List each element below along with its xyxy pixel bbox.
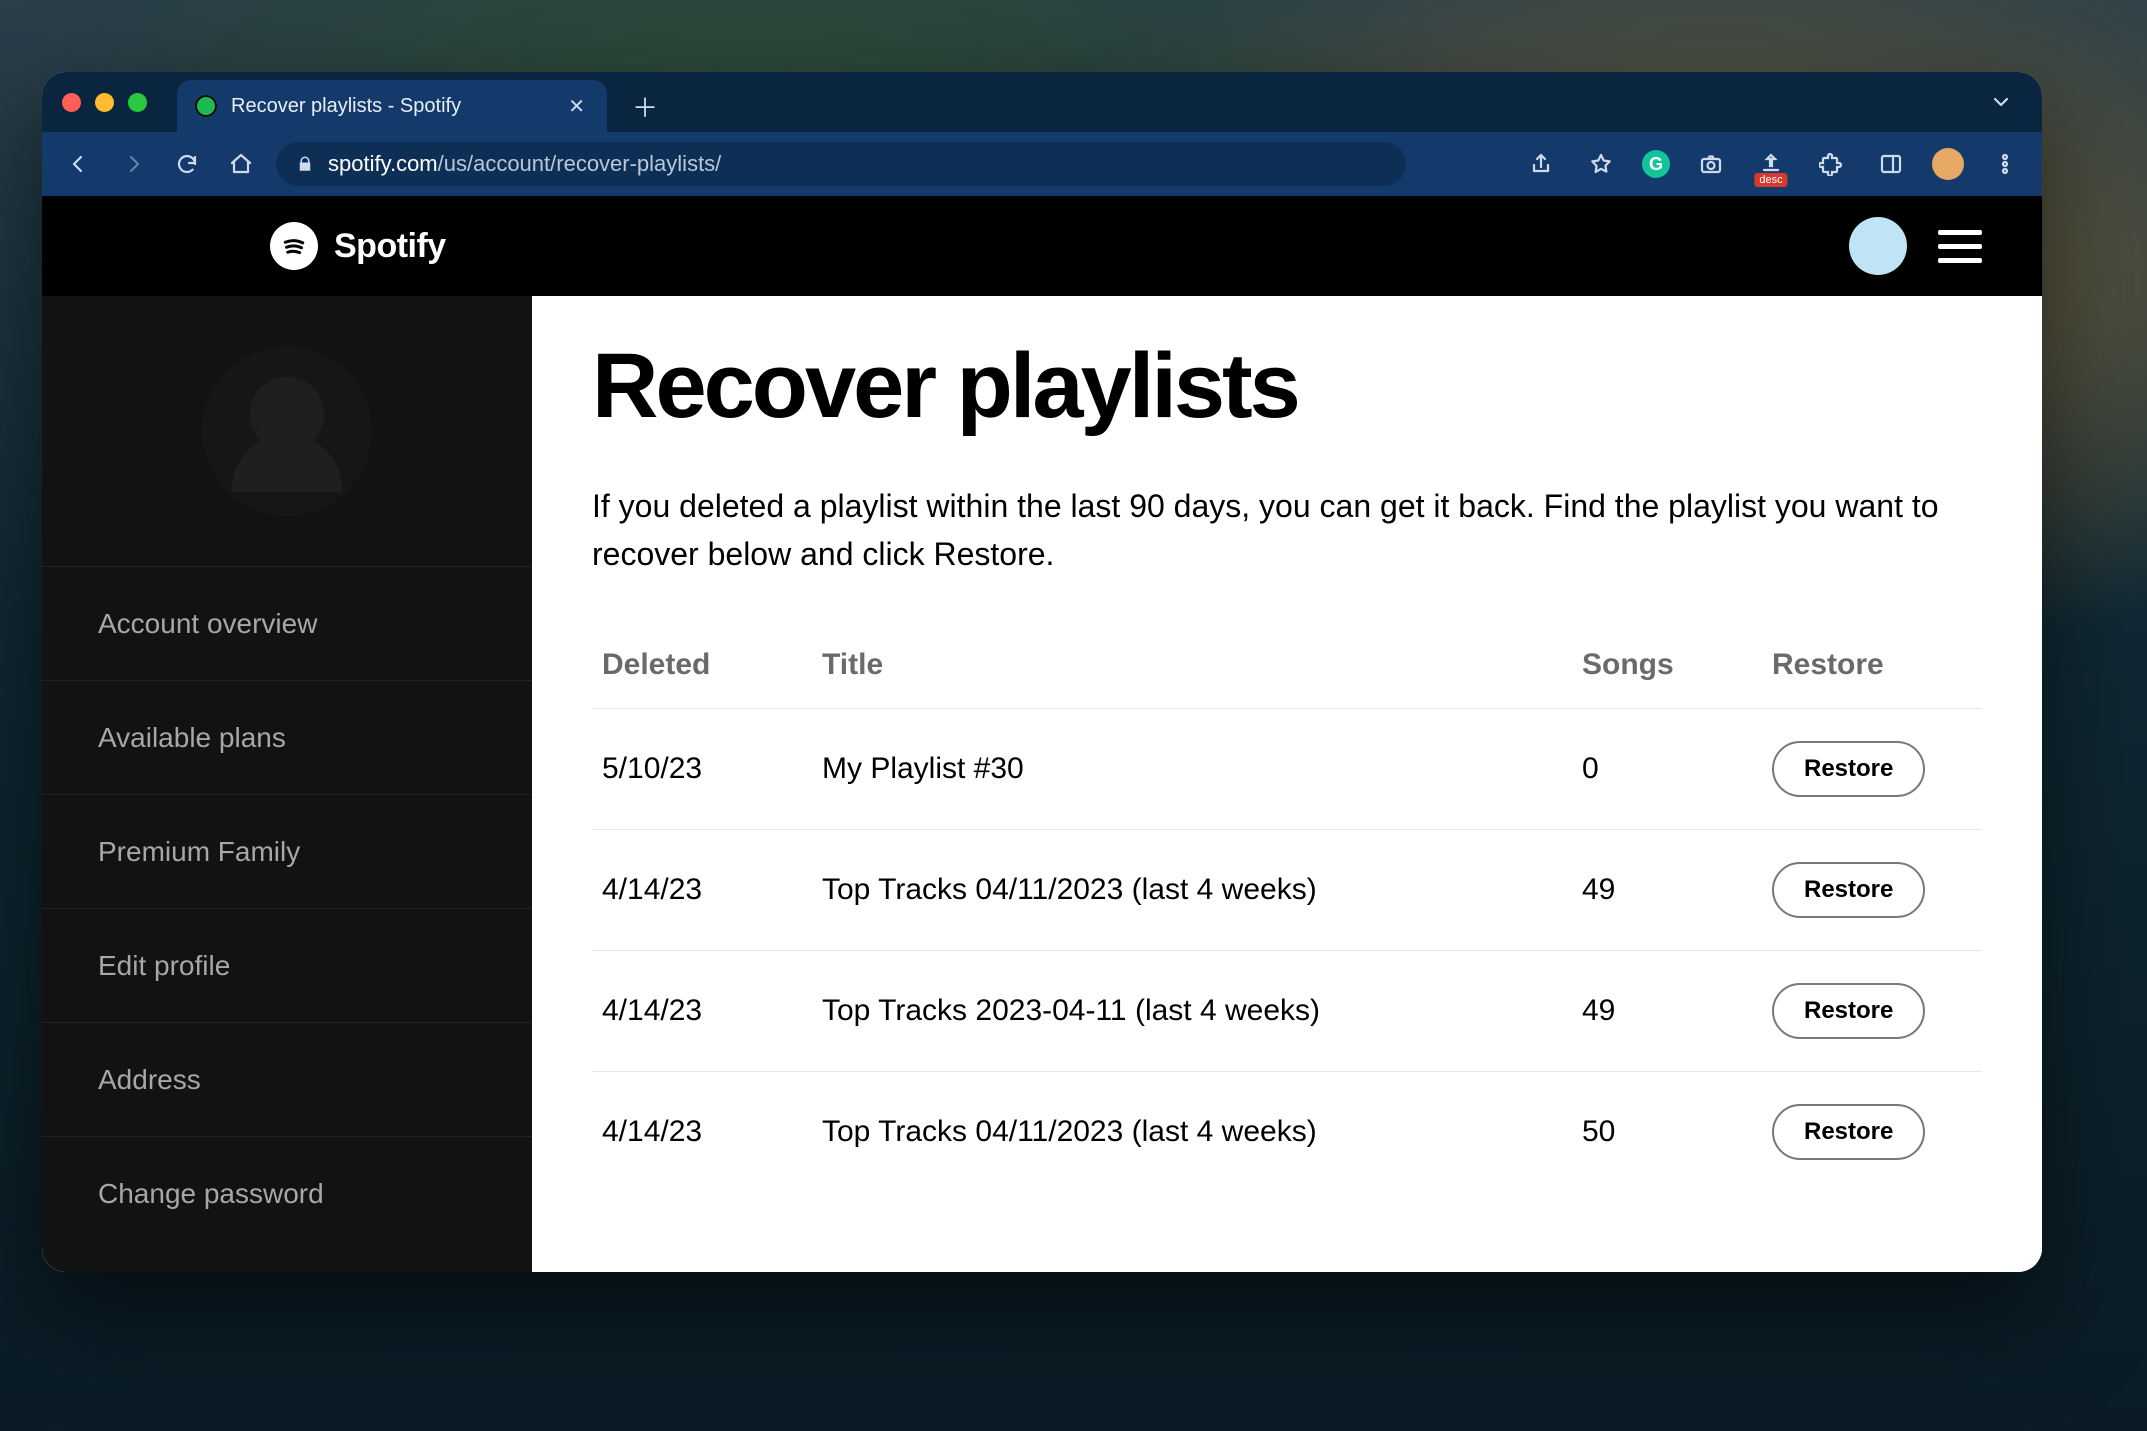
col-songs: Songs: [1572, 626, 1762, 709]
restore-button[interactable]: Restore: [1772, 862, 1925, 918]
table-row: 4/14/23 Top Tracks 04/11/2023 (last 4 we…: [592, 829, 1982, 950]
window-controls: [62, 72, 177, 132]
table-row: 4/14/23 Top Tracks 2023-04-11 (last 4 we…: [592, 950, 1982, 1071]
col-title: Title: [812, 626, 1572, 709]
browser-tab[interactable]: Recover playlists - Spotify ✕: [177, 80, 607, 132]
back-button[interactable]: [60, 145, 98, 183]
tabs-search-button[interactable]: [1982, 83, 2020, 121]
window-close-button[interactable]: [62, 93, 81, 112]
browser-window: Recover playlists - Spotify ✕ ＋ spotify.…: [42, 72, 2042, 1272]
table-row: 5/10/23 My Playlist #30 0 Restore: [592, 708, 1982, 829]
spotify-favicon-icon: [195, 95, 217, 117]
recover-table: Deleted Title Songs Restore 5/10/23 My P…: [592, 626, 1982, 1192]
address-bar[interactable]: spotify.com/us/account/recover-playlists…: [276, 142, 1406, 186]
side-panel-icon[interactable]: [1872, 145, 1910, 183]
site-header: Spotify: [42, 196, 2042, 296]
page-content: Spotify Account overview Available plans…: [42, 196, 2042, 1272]
tab-title: Recover playlists - Spotify: [231, 95, 461, 118]
extensions-puzzle-icon[interactable]: [1812, 145, 1850, 183]
new-tab-button[interactable]: ＋: [625, 86, 665, 126]
main-content: Recover playlists If you deleted a playl…: [532, 296, 2042, 1272]
account-avatar-icon[interactable]: [1852, 220, 1904, 272]
sidebar-avatar-zone: [42, 296, 532, 566]
window-zoom-button[interactable]: [128, 93, 147, 112]
cell-title: My Playlist #30: [812, 708, 1572, 829]
home-button[interactable]: [222, 145, 260, 183]
account-sidebar: Account overview Available plans Premium…: [42, 296, 532, 1272]
sidebar-item-label: Account overview: [98, 608, 317, 640]
sidebar-item-address[interactable]: Address: [42, 1022, 532, 1136]
spotify-logo-icon: [270, 222, 318, 270]
hamburger-menu-icon[interactable]: [1938, 230, 1982, 263]
sidebar-item-available-plans[interactable]: Available plans: [42, 680, 532, 794]
restore-button[interactable]: Restore: [1772, 1104, 1925, 1160]
extension-desc-label: desc: [1754, 173, 1787, 187]
sidebar-item-label: Change password: [98, 1178, 324, 1210]
sidebar-item-account-overview[interactable]: Account overview: [42, 566, 532, 680]
avatar-placeholder-icon: [202, 346, 372, 516]
reload-button[interactable]: [168, 145, 206, 183]
forward-button[interactable]: [114, 145, 152, 183]
share-icon[interactable]: [1522, 145, 1560, 183]
page-description: If you deleted a playlist within the las…: [592, 482, 1982, 578]
sidebar-item-premium-family[interactable]: Premium Family: [42, 794, 532, 908]
window-minimize-button[interactable]: [95, 93, 114, 112]
lock-icon: [296, 155, 314, 173]
browser-toolbar: spotify.com/us/account/recover-playlists…: [42, 132, 2042, 196]
page-body: Account overview Available plans Premium…: [42, 296, 2042, 1272]
tab-close-icon[interactable]: ✕: [568, 94, 585, 119]
table-row: 4/14/23 Top Tracks 04/11/2023 (last 4 we…: [592, 1071, 1982, 1192]
restore-button[interactable]: Restore: [1772, 741, 1925, 797]
url-domain: spotify.com: [328, 151, 438, 176]
page-title: Recover playlists: [592, 340, 1982, 434]
restore-button[interactable]: Restore: [1772, 983, 1925, 1039]
col-restore: Restore: [1762, 626, 1982, 709]
bookmark-star-icon[interactable]: [1582, 145, 1620, 183]
spotify-wordmark: Spotify: [334, 227, 446, 266]
cell-deleted: 4/14/23: [592, 829, 812, 950]
cell-songs: 0: [1572, 708, 1762, 829]
cell-songs: 49: [1572, 829, 1762, 950]
cell-deleted: 4/14/23: [592, 1071, 812, 1192]
cell-title: Top Tracks 04/11/2023 (last 4 weeks): [812, 829, 1572, 950]
toolbar-actions: G desc: [1522, 145, 2024, 183]
url-path: /us/account/recover-playlists/: [438, 151, 722, 176]
extension-camera-icon[interactable]: [1692, 145, 1730, 183]
cell-songs: 50: [1572, 1071, 1762, 1192]
tab-strip: Recover playlists - Spotify ✕ ＋: [42, 72, 2042, 132]
sidebar-item-edit-profile[interactable]: Edit profile: [42, 908, 532, 1022]
spotify-logo[interactable]: Spotify: [270, 222, 446, 270]
extension-desc-icon[interactable]: desc: [1752, 145, 1790, 183]
sidebar-item-label: Edit profile: [98, 950, 230, 982]
sidebar-item-label: Address: [98, 1064, 201, 1096]
sidebar-item-change-password[interactable]: Change password: [42, 1136, 532, 1250]
cell-songs: 49: [1572, 950, 1762, 1071]
cell-title: Top Tracks 04/11/2023 (last 4 weeks): [812, 1071, 1572, 1192]
kebab-menu-icon[interactable]: [1986, 145, 2024, 183]
sidebar-item-label: Premium Family: [98, 836, 300, 868]
profile-avatar-icon[interactable]: [1932, 148, 1964, 180]
cell-deleted: 5/10/23: [592, 708, 812, 829]
cell-deleted: 4/14/23: [592, 950, 812, 1071]
cell-title: Top Tracks 2023-04-11 (last 4 weeks): [812, 950, 1572, 1071]
extension-grammarly-icon[interactable]: G: [1642, 150, 1670, 178]
col-deleted: Deleted: [592, 626, 812, 709]
sidebar-item-label: Available plans: [98, 722, 286, 754]
